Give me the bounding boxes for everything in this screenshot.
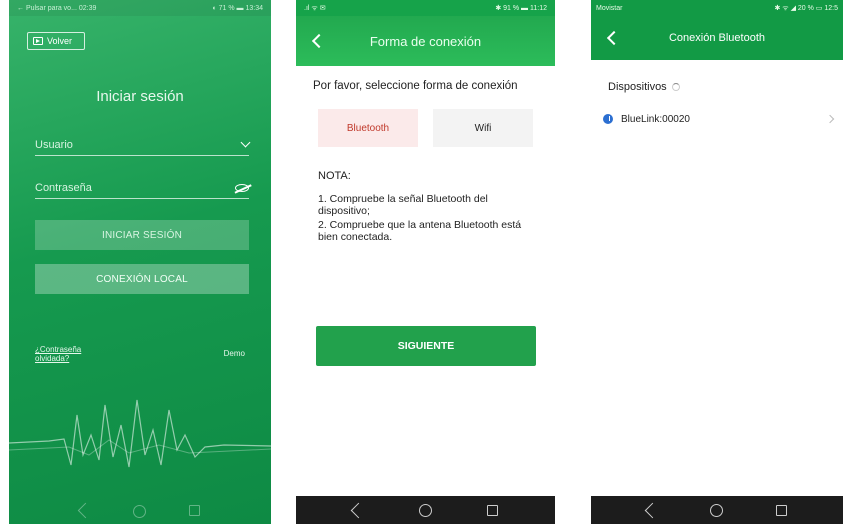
back-nav-icon[interactable]	[351, 502, 367, 518]
recents-nav-icon[interactable]	[486, 504, 498, 516]
page-title: Conexión Bluetooth	[668, 32, 765, 44]
recents-nav-icon[interactable]	[775, 504, 787, 516]
page-title: Iniciar sesión	[96, 88, 184, 105]
page-title: Forma de conexión	[369, 33, 482, 49]
navigation-bar	[296, 496, 555, 524]
back-label: Volver	[47, 36, 73, 46]
connection-method-screen: .ıl ᯤ ✉ ✱ 91 % ▬ 11:12 Forma de conexión…	[296, 0, 555, 524]
bluetooth-option[interactable]: Bluetooth	[318, 109, 418, 147]
device-list-item[interactable]: BlueLink:00020	[603, 111, 839, 127]
password-field[interactable]: Contraseña	[35, 177, 249, 199]
home-nav-icon[interactable]	[418, 503, 432, 517]
username-field[interactable]: Usuario	[35, 134, 251, 156]
note-line-2: 2. Compruebe que la antena Bluetooth est…	[318, 219, 522, 243]
home-nav-icon[interactable]	[710, 503, 724, 517]
prompt-text: Por favor, seleccione forma de conexión	[313, 80, 518, 92]
status-bar: Movistar ✱ ᯤ ◢ 20 % ▭ 12:5	[591, 0, 843, 16]
login-screen: ← Pulsar para vo... 02:39 ◐ 71 % ▬ 13:34…	[9, 0, 271, 524]
wifi-option[interactable]: Wifi	[433, 109, 533, 147]
exit-icon	[33, 37, 43, 45]
eye-slash-icon[interactable]	[235, 183, 249, 192]
back-button[interactable]: Volver	[27, 32, 85, 50]
status-right: ◐ 71 % ▬ 13:34	[212, 4, 263, 12]
heartbeat-wave-decoration	[9, 399, 271, 468]
header: Forma de conexión	[296, 16, 555, 66]
devices-header: Dispositivos	[608, 81, 680, 93]
bluetooth-icon	[603, 114, 613, 124]
home-nav-icon[interactable]	[133, 505, 147, 518]
status-bar: ← Pulsar para vo... 02:39 ◐ 71 % ▬ 13:34	[9, 0, 271, 16]
navigation-bar	[9, 502, 271, 519]
chevron-down-icon[interactable]	[240, 137, 251, 148]
devices-header-label: Dispositivos	[608, 81, 667, 93]
header: Conexión Bluetooth	[591, 16, 843, 60]
recents-nav-icon[interactable]	[188, 505, 200, 516]
status-right: ✱ 91 % ▬ 11:12	[495, 5, 547, 12]
next-button[interactable]: SIGUIENTE	[316, 326, 536, 366]
password-placeholder: Contraseña	[35, 181, 92, 194]
device-name: BlueLink:00020	[621, 113, 690, 125]
local-connection-button[interactable]: CONEXIÓN LOCAL	[35, 264, 249, 294]
status-right: ✱ ᯤ ◢ 20 % ▭ 12:5	[774, 4, 838, 12]
carrier-name: Movistar	[596, 4, 623, 12]
back-arrow-icon[interactable]	[606, 30, 622, 46]
navigation-bar	[591, 496, 843, 524]
back-nav-icon[interactable]	[77, 502, 94, 519]
demo-link[interactable]: Demo	[224, 349, 245, 358]
note-title: NOTA:	[318, 170, 351, 182]
forgot-password-link[interactable]: ¿Contraseña olvidada?	[35, 345, 115, 363]
back-arrow-icon[interactable]	[311, 33, 327, 49]
login-button[interactable]: INICIAR SESIÓN	[35, 220, 249, 250]
note-line-1: 1. Compruebe la señal Bluetooth del disp…	[318, 193, 488, 217]
chevron-right-icon	[825, 114, 835, 124]
status-left: .ıl ᯤ ✉	[304, 4, 326, 12]
back-nav-icon[interactable]	[644, 502, 661, 518]
username-placeholder: Usuario	[35, 138, 73, 151]
loading-spinner-icon	[671, 83, 680, 91]
status-bar: .ıl ᯤ ✉ ✱ 91 % ▬ 11:12	[296, 0, 555, 16]
status-left: ← Pulsar para vo... 02:39	[17, 4, 97, 12]
bluetooth-connection-screen: Movistar ✱ ᯤ ◢ 20 % ▭ 12:5 Conexión Blue…	[591, 0, 843, 524]
